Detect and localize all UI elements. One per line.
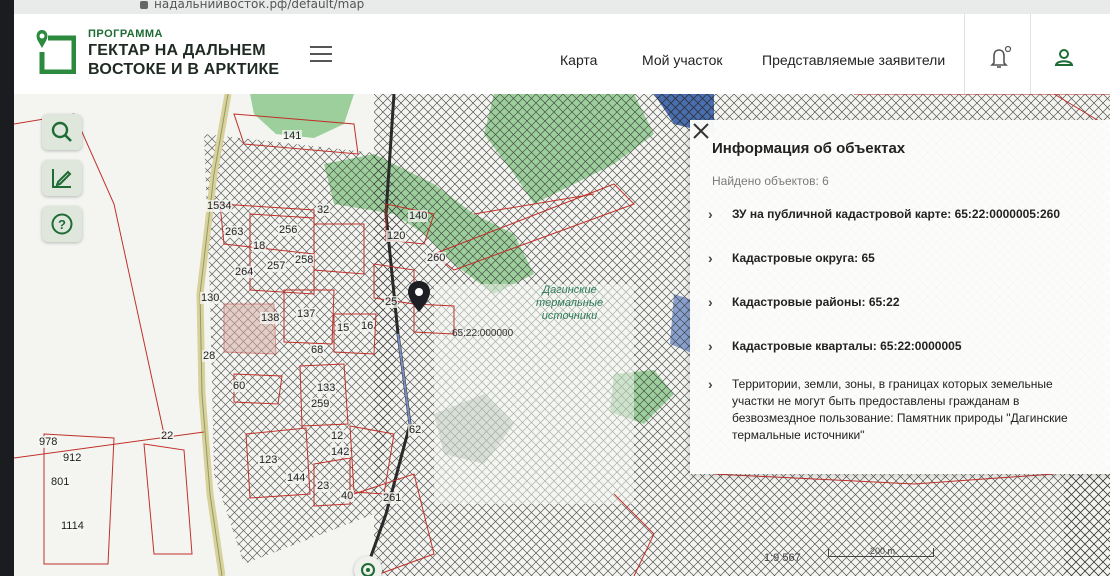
clear-area [434,284,634,504]
parcel-label: 1534 [206,200,233,212]
scale-bar-label: 200 m [870,546,896,556]
svg-text:?: ? [58,217,66,232]
chevron-right-icon: › [708,250,713,266]
header-divider [964,14,965,94]
nav-my-plot[interactable]: Мой участок [642,52,723,68]
place-label-line: Дагинские [542,284,597,296]
bell-icon[interactable] [986,44,1014,72]
parcel-label: 260 [426,252,447,264]
header-divider [1030,14,1031,94]
lock-icon [140,1,148,9]
parcel-label: 261 [382,492,403,504]
parcel-label: 264 [234,266,255,278]
parcel-label: 23 [316,480,331,492]
parcel-label: 142 [330,446,351,458]
locate-icon [361,563,375,576]
chevron-right-icon: › [708,206,713,222]
chevron-right-icon: › [708,294,713,310]
url-text[interactable]: надальнийвосток.рф/default/map [154,0,364,11]
user-icon[interactable] [1050,44,1078,72]
menu-burger-line [310,53,332,55]
cadastral-map[interactable]: 141 32 140 1534 263 256 18 258 120 264 2… [14,94,1110,576]
parcel-label: 60 [232,380,247,392]
map-scale-ratio: 1:9 567 [764,552,801,564]
parcel-label: 15 [336,322,351,334]
menu-burger-line [310,60,332,62]
scale-hatch-right [1064,464,1110,576]
chevron-right-icon: › [708,338,713,354]
objects-found-count: Найдено объектов: 6 [712,174,829,188]
parcel-label: 40 [340,490,355,502]
parcel-label: 137 [296,308,317,320]
locate-button[interactable] [354,556,382,576]
parcel-label: 144 [286,472,307,484]
logo-pin-icon [36,30,76,74]
info-row-text: Кадастровые округа: 65 [732,251,875,265]
logo-program-label: ПРОГРАММА [88,28,163,40]
parcel-label: 120 [386,230,407,242]
place-label-line: термальные [536,297,604,309]
logo-title-line1: ГЕКТАР НА ДАЛЬНЕМ [88,42,266,59]
parcel-label: 68 [310,344,325,356]
panel-title: Информация об объектах [712,140,906,157]
close-icon[interactable] [690,120,712,142]
search-icon [51,121,72,142]
help-icon: ? [51,213,73,235]
parcel-label: 256 [278,224,299,236]
parcel-label: 62 [408,424,423,436]
help-tool-button[interactable]: ? [42,206,82,242]
parcel-label: 138 [260,312,281,324]
search-tool-button[interactable] [42,114,82,150]
menu-burger-button[interactable] [310,46,332,64]
parcel-label: 28 [202,350,217,362]
parcel-label: 25 [384,296,399,308]
parcel-label: 32 [316,204,331,216]
info-row-text: Кадастровые районы: 65:22 [732,295,900,309]
browser-screen: надальнийвосток.рф/default/map ПРОГРАММА… [14,0,1110,576]
parcel-label: 18 [252,240,267,252]
nav-map[interactable]: Карта [560,52,597,68]
object-info-panel: Информация об объектах Найдено объектов:… [690,120,1110,474]
parcel-label: 259 [310,398,331,410]
logo-title-line2: ВОСТОКЕ И В АРКТИКЕ [88,61,280,78]
parcel-label: 1114 [60,520,85,532]
parcel-label: 257 [266,260,287,272]
parcel-label: 123 [258,454,279,466]
info-row-text: ЗУ на публичной кадастровой карте: 65:22… [732,207,1061,221]
browser-address-bar[interactable]: надальнийвосток.рф/default/map [14,0,1110,14]
parcel-label: 263 [224,226,245,238]
parcel-label: 140 [408,210,429,222]
parcel-label: 141 [282,130,303,142]
info-row-text: Территории, земли, зоны, в границах кото… [732,377,1068,442]
menu-burger-line [310,46,332,48]
chevron-right-icon: › [708,376,713,392]
parcel-label: 258 [294,254,315,266]
parcel-label: 12 [330,430,345,442]
info-row-text: Кадастровые кварталы: 65:22:0000005 [732,339,962,353]
parcel-label: 130 [200,292,221,304]
site-header: ПРОГРАММА ГЕКТАР НА ДАЛЬНЕМ ВОСТОКЕ И В … [14,14,1110,95]
parcel-label: 801 [50,476,71,488]
parcel-label: 22 [160,430,175,442]
parcel-label: 133 [316,382,337,394]
map-marker-icon[interactable] [406,280,432,314]
draw-edit-icon [52,169,72,188]
parcel-label: 978 [38,436,59,448]
draw-tool-button[interactable] [42,160,82,196]
cadastral-number-label: 65:22:000000 [452,328,514,339]
parcel-label: 912 [62,452,83,464]
place-label-line: источники [541,310,598,322]
place-label: Дагинские термальные источники [536,284,603,323]
parcel-label: 16 [360,320,375,332]
nav-applicants[interactable]: Представляемые заявители [762,52,945,68]
